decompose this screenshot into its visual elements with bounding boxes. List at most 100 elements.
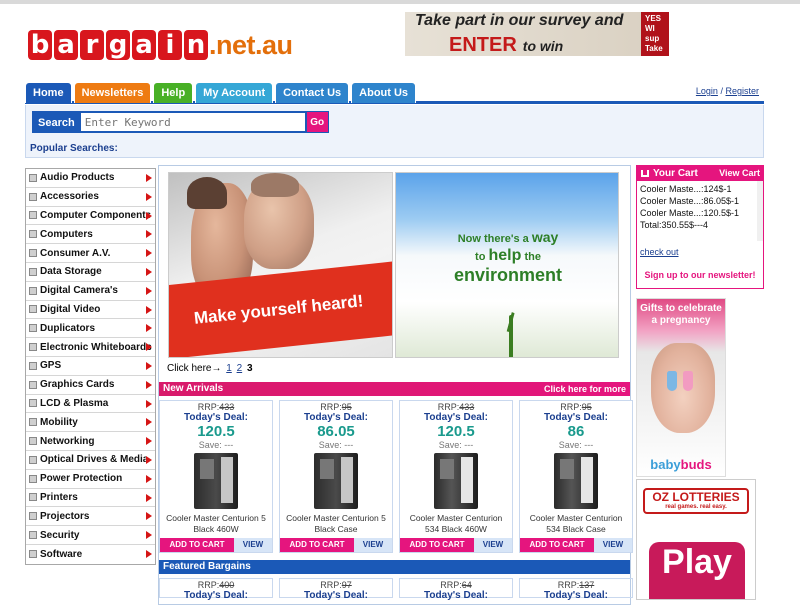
cart-item: Total:350.55$---4 [640,220,709,230]
view-button[interactable]: VIEW [474,538,512,552]
slider-page-1[interactable]: 1 [226,363,232,374]
view-cart-link[interactable]: View Cart [719,166,760,181]
featured-product-card[interactable]: RRP:137 Today's Deal: [519,578,633,601]
pc-case-image[interactable] [434,453,478,509]
view-button[interactable]: VIEW [234,538,272,552]
view-button[interactable]: VIEW [594,538,632,552]
register-link[interactable]: Register [725,86,759,96]
arrow-right-icon [146,493,152,502]
arrow-right-icon [146,192,152,201]
cart-header: Your Cart View Cart [637,166,763,181]
category-bullet-icon [29,305,37,314]
rrp-text: RRP:400 [197,580,235,590]
product-card[interactable]: RRP:95 Today's Deal: 86 Save: --- Cooler Mas… [519,400,633,553]
sidebar-category-item[interactable]: Printers [26,489,155,508]
todays-deal-label: Today's Deal: [184,412,248,423]
logo-letter: a [132,30,156,60]
slider-page-current: 3 [246,363,253,374]
tab-newsletters[interactable]: Newsletters [73,82,152,103]
sidebar-category-item[interactable]: Security [26,526,155,545]
pc-case-image[interactable] [314,453,358,509]
sidebar-category-item[interactable]: LCD & Plasma [26,395,155,414]
slider-page-2[interactable]: 2 [237,363,243,374]
category-bullet-icon [29,512,37,521]
category-label: Networking [40,435,95,447]
newsletter-signup-link[interactable]: Sign up to our newsletter! [637,270,763,280]
pc-case-image[interactable] [194,453,238,509]
logo-letter: g [106,30,130,60]
sidebar-category-item[interactable]: Computer Components [26,207,155,226]
sidebar-category-item[interactable]: Mobility [26,413,155,433]
category-bullet-icon [29,361,37,370]
view-button[interactable]: VIEW [354,538,392,552]
featured-product-card[interactable]: RRP:400 Today's Deal: [159,578,273,601]
rrp-text: RRP:433 [437,402,475,412]
sidebar-category-item[interactable]: Electronic Whiteboards [26,338,155,357]
sidebar-category-item[interactable]: Digital Video [26,301,155,320]
oz-lotteries-ad[interactable]: OZ LOTTERIES real games. real easy. Play [636,479,756,600]
arrow-right-icon [146,267,152,276]
sidebar-category-item[interactable]: GPS [26,357,155,376]
product-name[interactable]: Cooler Master Centurion 534 Black Case [520,513,632,535]
category-bullet-icon [29,192,37,201]
slide-environment[interactable]: Now there's a way to help the environmen… [395,172,619,358]
product-actions: ADD TO CART VIEW [520,538,632,552]
sidebar-category-item[interactable]: Data Storage [26,263,155,282]
sidebar-category-item[interactable]: Projectors [26,507,155,527]
product-name[interactable]: Cooler Master Centurion 5 Black 460W [160,513,272,535]
babybuds-ad[interactable]: Gifts to celebrate a pregnancy babybuds [636,298,726,477]
rrp-text: RRP:97 [320,580,352,590]
ad-side-strip: YES WI sup Take m [641,12,669,56]
product-name[interactable]: Cooler Master Centurion 534 Black 460W [400,513,512,535]
add-to-cart-button[interactable]: ADD TO CART [280,538,354,552]
featured-product-card[interactable]: RRP:64 Today's Deal: [399,578,513,601]
tab-home[interactable]: Home [25,82,72,103]
todays-deal-label: Today's Deal: [184,590,248,601]
tab-my-account[interactable]: My Account [195,82,274,103]
tab-about-us[interactable]: About Us [351,82,417,103]
add-to-cart-button[interactable]: ADD TO CART [160,538,234,552]
sidebar-category-item[interactable]: Networking [26,432,155,451]
sidebar-category-item[interactable]: Software [26,545,155,564]
arrow-right-icon [146,380,152,389]
survey-ad-banner[interactable]: Take part in our survey and ENTER to win … [405,12,669,56]
pc-case-image[interactable] [554,453,598,509]
sidebar-category-item[interactable]: Audio Products [26,169,155,188]
category-bullet-icon [29,230,37,239]
todays-deal-label: Today's Deal: [544,412,608,423]
login-link[interactable]: Login [696,86,718,96]
sidebar-category-item[interactable]: Digital Camera's [26,282,155,301]
add-to-cart-button[interactable]: ADD TO CART [400,538,474,552]
tab-help[interactable]: Help [153,82,194,103]
add-to-cart-button[interactable]: ADD TO CART [520,538,594,552]
category-label: Audio Products [40,172,115,184]
arrow-right-icon [146,531,152,540]
sidebar-category-item[interactable]: Accessories [26,188,155,207]
sidebar-category-item[interactable]: Consumer A.V. [26,244,155,263]
cart-icon [641,169,649,177]
product-card[interactable]: RRP:95 Today's Deal: 86.05 Save: --- Cooler … [279,400,393,553]
new-arrivals-more-link[interactable]: Click here for more [544,382,626,396]
slide-make-yourself-heard[interactable]: Make yourself heard! [168,172,393,358]
product-price: 86 [567,423,585,440]
sidebar-category-item[interactable]: Graphics Cards [26,376,155,395]
checkout-link[interactable]: check out [637,247,763,257]
category-label: Consumer A.V. [40,247,111,259]
product-name[interactable]: Cooler Master Centurion 5 Black Case [280,513,392,535]
site-logo[interactable]: bargain .net.au [28,27,293,63]
main-nav: Home Newsletters Help My Account Contact… [25,82,764,104]
search-input[interactable] [80,111,307,133]
sidebar-category-item[interactable]: Computers [26,225,155,245]
sidebar-category-item[interactable]: Duplicators [26,319,155,339]
slider-pagination: Click here→ 1 2 3 [167,363,253,374]
tab-contact-us[interactable]: Contact Us [275,82,350,103]
featured-product-card[interactable]: RRP:97 Today's Deal: [279,578,393,601]
category-bullet-icon [29,267,37,276]
product-card[interactable]: RRP:433 Today's Deal: 120.5 Save: --- Cooler… [399,400,513,553]
sidebar-category-item[interactable]: Optical Drives & Media [26,451,155,470]
todays-deal-label: Today's Deal: [424,412,488,423]
sidebar-category-item[interactable]: Power Protection [26,470,155,489]
search-go-button[interactable]: Go [306,111,329,133]
product-card[interactable]: RRP:433 Today's Deal: 120.5 Save: --- Cooler… [159,400,273,553]
category-label: LCD & Plasma [40,397,109,409]
